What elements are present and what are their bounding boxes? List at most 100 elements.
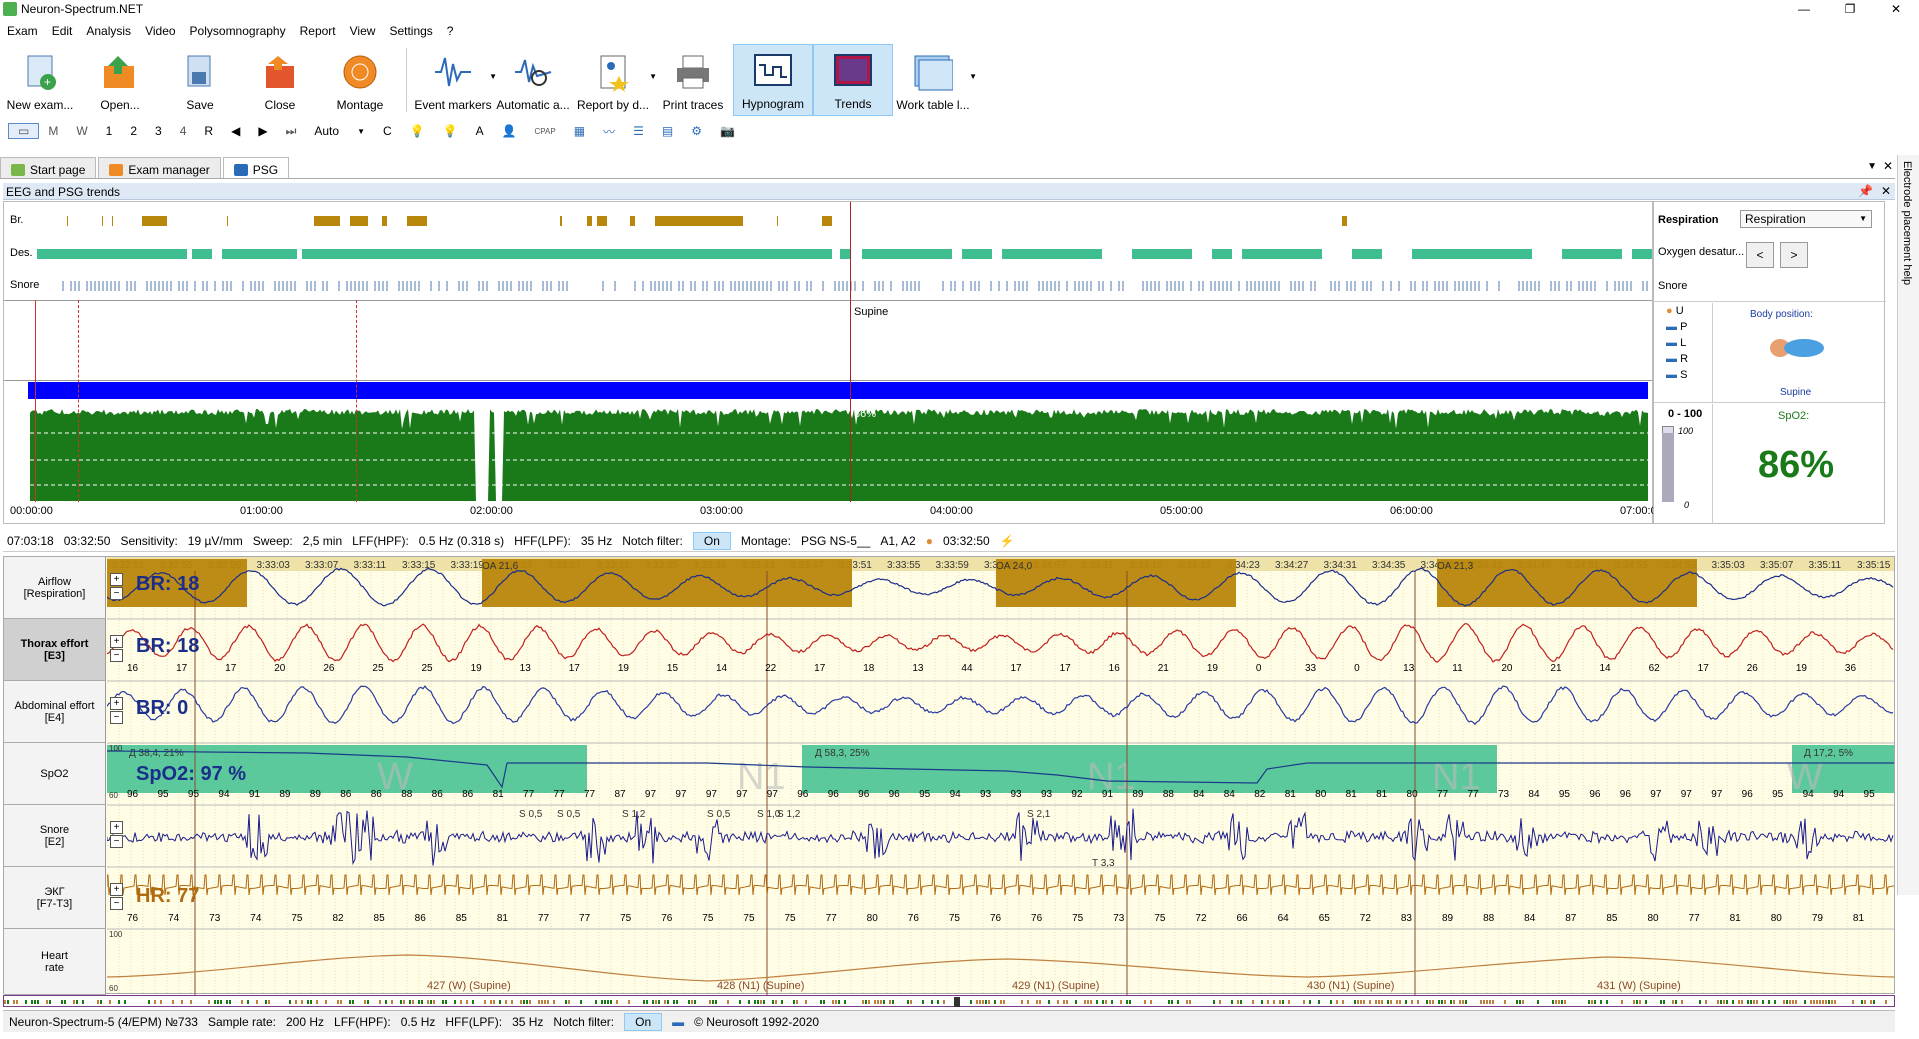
open-button[interactable]: Open... [80,44,160,116]
toolbar-2[interactable]: 2 [121,124,146,138]
traces-canvas[interactable]: 3:32:513:32:553:32:593:33:033:33:073:33:… [107,557,1894,995]
tab-psg[interactable]: PSG [222,157,290,178]
toolbar-3[interactable]: 3 [146,124,171,138]
minimap-mark [1219,1000,1221,1004]
event-markers-button[interactable]: Event markers ▼ [413,44,497,116]
toolbar-cpap[interactable]: CPAP [526,127,565,136]
trends-button[interactable]: Trends [813,44,893,116]
status-notch-toggle[interactable]: On [624,1012,663,1031]
thorax-value: 17 [176,663,188,674]
channel-collapse-button[interactable]: − [110,835,123,848]
list-icon[interactable]: ☰ [624,124,653,138]
lff-select[interactable]: 0.5 Hz (0.318 s) [419,534,504,548]
minimap-canvas[interactable] [4,997,1894,1007]
close-panel-icon[interactable]: ✕ [1881,184,1891,198]
channel-label-thorax[interactable]: Thorax effort [E3] [4,619,106,681]
analysis-icon[interactable]: ⚙ [682,124,711,138]
menu-report[interactable]: Report [293,24,343,38]
channel-collapse-button[interactable]: − [110,587,123,600]
menu-edit[interactable]: Edit [45,24,80,38]
snore-mark [970,281,972,291]
menu-analysis[interactable]: Analysis [79,24,138,38]
toolbar-w[interactable]: W [67,124,96,138]
prev-arrow-icon[interactable]: ◀ [222,124,249,138]
last-arrow-icon[interactable]: ⏭ [277,124,306,139]
channel-collapse-button[interactable]: − [110,711,123,724]
channel-label-snore[interactable]: Snore [E2] [4,805,106,867]
chart-icon[interactable]: ▤ [653,124,682,138]
tab-start-page[interactable]: Start page [0,157,97,178]
montage-button[interactable]: Montage [320,44,400,116]
toolbar-a[interactable]: A [467,124,493,138]
montage-select[interactable]: PSG NS-5__ [801,534,870,548]
toolbar-c[interactable]: C [374,124,401,138]
tab-exam-manager[interactable]: Exam manager [98,157,221,178]
print-traces-button[interactable]: Print traces [653,44,733,116]
channel-expand-button[interactable]: + [110,697,123,710]
channel-expand-button[interactable]: + [110,821,123,834]
notch-toggle[interactable]: On [692,531,731,550]
spo2-sample-value: 82 [1254,789,1266,800]
psg-traces-view[interactable]: Airflow [Respiration] Thorax effort [E3] A… [3,556,1895,995]
lightbulb-off-icon[interactable]: 💡 [401,124,434,138]
channel-expand-button[interactable]: + [110,635,123,648]
menu-exam[interactable]: Exam [0,24,45,38]
automatic-analysis-button[interactable]: Automatic a... [493,44,573,116]
toolbar-r[interactable]: R [195,124,222,138]
respiration-select[interactable]: Respiration ▼ [1740,210,1872,228]
hypnogram-button[interactable]: Hypnogram [733,44,813,116]
snore-mark [1302,281,1304,291]
side-panel-strip[interactable]: Electrode placement help [1897,155,1919,895]
channel-label-spo2[interactable]: SpO2 [4,743,106,805]
close-exam-button[interactable]: Close [240,44,320,116]
maximize-button[interactable]: ❐ [1827,0,1873,18]
hypnogram-small-icon[interactable]: ▭ [8,123,40,139]
work-table-button[interactable]: Work table l... ▼ [893,44,977,116]
menu-polysomnography[interactable]: Polysomnography [183,24,293,38]
measure-icon[interactable]: ⚡ [1000,534,1015,548]
chevron-down-icon[interactable]: ▼ [348,127,374,136]
table-icon[interactable]: ▦ [565,124,594,138]
close-tab-icon[interactable]: ✕ [1883,159,1893,173]
toolbar-1[interactable]: 1 [97,124,122,138]
channel-expand-button[interactable]: + [110,573,123,586]
menu-settings[interactable]: Settings [382,24,439,38]
hr-sample-value: 64 [1278,913,1290,924]
chevron-down-icon[interactable]: ▼ [969,72,977,81]
sensitivity-select[interactable]: 19 µV/mm [188,534,243,548]
report-button[interactable]: Report by d... ▼ [573,44,657,116]
next-arrow-icon[interactable]: ▶ [249,124,276,138]
reference-select[interactable]: A1, A2 [880,534,915,548]
pin-icon[interactable]: 📌 [1858,184,1873,198]
camera-icon[interactable]: 📷 [711,124,744,138]
menu-help[interactable]: ? [440,24,461,38]
channel-collapse-button[interactable]: − [110,897,123,910]
electrode-help-tab[interactable]: Electrode placement help [1901,161,1913,285]
tab-list-icon[interactable]: ▼ [1867,161,1877,172]
next-event-button[interactable]: > [1780,242,1808,268]
channel-label-ecg[interactable]: ЭКГ [F7-T3] [4,867,106,929]
scale-select[interactable]: Auto [305,124,348,138]
current-time-select[interactable]: 03:32:50 [64,534,111,548]
channel-expand-button[interactable]: + [110,883,123,896]
save-button[interactable]: Save [160,44,240,116]
snore-mark [798,281,800,291]
new-exam-button[interactable]: + New exam... [0,44,80,116]
minimize-button[interactable]: — [1781,0,1827,18]
channel-label-airflow[interactable]: Airflow [Respiration] [4,557,106,619]
hff-select[interactable]: 35 Hz [581,534,612,548]
wave-icon[interactable]: 〰 [594,123,624,140]
close-window-button[interactable]: ✕ [1873,0,1919,18]
toolbar-4[interactable]: 4 [171,124,196,138]
timeline-minimap[interactable] [3,995,1895,1007]
channel-label-heart-rate[interactable]: Heart rate [4,929,106,995]
menu-video[interactable]: Video [138,24,182,38]
lightbulb-on-icon[interactable]: 💡 [434,124,467,138]
channel-label-abdominal[interactable]: Abdominal effort [E4] [4,681,106,743]
menu-view[interactable]: View [343,24,383,38]
channel-collapse-button[interactable]: − [110,649,123,662]
sweep-select[interactable]: 2,5 min [303,534,342,548]
person-icon[interactable]: 👤 [493,124,526,138]
prev-event-button[interactable]: < [1746,242,1774,268]
toolbar-m[interactable]: M [39,124,67,138]
